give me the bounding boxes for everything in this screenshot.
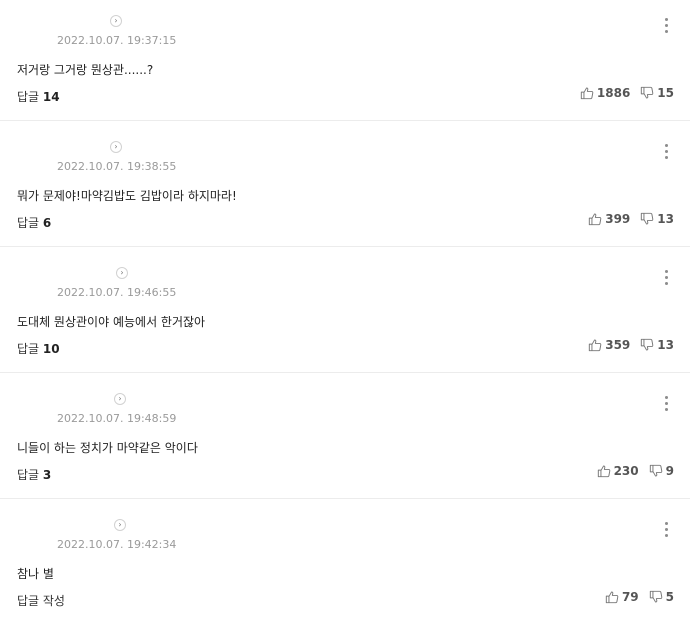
more-vertical-icon[interactable]: [660, 396, 672, 414]
comment-timestamp: 2022.10.07. 19:37:15: [57, 34, 177, 47]
thumbs-up-icon: [589, 339, 602, 352]
thumbs-up-icon: [580, 87, 594, 100]
like-button[interactable]: 1886: [580, 86, 630, 100]
comment-item: › 2022.10.07. 19:42:34 참나 별 답글 작성 79 5: [0, 504, 690, 627]
chevron-right-icon[interactable]: ›: [114, 519, 126, 531]
reply-label: 답글: [17, 90, 40, 104]
dislike-button[interactable]: 9: [649, 464, 674, 478]
thumbs-down-icon: [641, 338, 654, 351]
thumbs-down-icon: [641, 212, 654, 225]
more-vertical-icon[interactable]: [660, 270, 672, 288]
comment-item: › 2022.10.07. 19:38:55 뭐가 문제야!마약김밥도 김밥이라…: [0, 126, 690, 247]
like-count: 399: [605, 212, 631, 226]
dislike-button[interactable]: 13: [640, 212, 674, 226]
thumbs-up-icon: [589, 213, 602, 226]
vote-group: 79 5: [605, 590, 674, 604]
comment-text: 참나 별: [17, 567, 54, 581]
like-count: 1886: [596, 86, 631, 100]
reply-label: 답글 작성: [17, 594, 65, 608]
thumbs-up-icon: [597, 465, 610, 478]
comment-text: 니들이 하는 정치가 마약같은 악이다: [17, 441, 198, 455]
like-count: 79: [621, 590, 639, 604]
chevron-right-icon[interactable]: ›: [110, 15, 122, 27]
comment-timestamp: 2022.10.07. 19:48:59: [57, 412, 177, 425]
comment-item: › 2022.10.07. 19:48:59 니들이 하는 정치가 마약같은 악…: [0, 378, 690, 499]
thumbs-down-icon: [641, 86, 654, 99]
reply-button[interactable]: 답글 10: [17, 340, 60, 357]
more-vertical-icon[interactable]: [660, 522, 672, 540]
reply-label: 답글: [17, 342, 40, 356]
like-count: 230: [613, 464, 639, 478]
dislike-count: 9: [665, 464, 674, 478]
comment-item: › 2022.10.07. 19:46:55 도대체 뭔상관이야 예능에서 한거…: [0, 252, 690, 373]
dislike-button[interactable]: 13: [640, 338, 674, 352]
dislike-button[interactable]: 5: [649, 590, 674, 604]
comment-list: › 2022.10.07. 19:37:15 저거랑 그거랑 뭔상관......…: [0, 0, 699, 627]
like-count: 359: [605, 338, 631, 352]
reply-button[interactable]: 답글 3: [17, 466, 51, 483]
dislike-count: 13: [657, 212, 674, 226]
dislike-count: 5: [665, 590, 674, 604]
thumbs-down-icon: [649, 464, 662, 477]
comment-text: 뭐가 문제야!마약김밥도 김밥이라 하지마라!: [17, 189, 237, 203]
like-button[interactable]: 230: [597, 464, 639, 478]
chevron-right-icon[interactable]: ›: [114, 393, 126, 405]
comment-timestamp: 2022.10.07. 19:38:55: [57, 160, 177, 173]
like-button[interactable]: 399: [588, 212, 630, 226]
reply-label: 답글: [17, 468, 40, 482]
reply-button[interactable]: 답글 작성: [17, 592, 65, 609]
dislike-count: 13: [657, 338, 674, 352]
comment-timestamp: 2022.10.07. 19:42:34: [57, 538, 177, 551]
vote-group: 359 13: [588, 338, 674, 352]
vote-group: 1886 15: [580, 86, 674, 100]
thumbs-up-icon: [605, 591, 619, 604]
chevron-right-icon[interactable]: ›: [110, 141, 122, 153]
reply-count: 10: [42, 342, 60, 356]
more-vertical-icon[interactable]: [660, 18, 672, 36]
reply-label: 답글: [17, 216, 40, 230]
thumbs-down-icon: [649, 590, 662, 603]
reply-count: 14: [42, 90, 60, 104]
like-button[interactable]: 359: [588, 338, 630, 352]
dislike-count: 15: [657, 86, 674, 100]
vote-group: 230 9: [597, 464, 674, 478]
chevron-right-icon[interactable]: ›: [116, 267, 128, 279]
comment-item: › 2022.10.07. 19:37:15 저거랑 그거랑 뭔상관......…: [0, 0, 690, 121]
vote-group: 399 13: [588, 212, 674, 226]
reply-count: 3: [42, 468, 52, 482]
reply-count: 6: [42, 216, 52, 230]
comment-text: 저거랑 그거랑 뭔상관......?: [17, 63, 154, 77]
dislike-button[interactable]: 15: [640, 86, 674, 100]
more-vertical-icon[interactable]: [660, 144, 672, 162]
comment-timestamp: 2022.10.07. 19:46:55: [57, 286, 177, 299]
reply-button[interactable]: 답글 14: [17, 88, 60, 105]
comment-text: 도대체 뭔상관이야 예능에서 한거잖아: [17, 315, 206, 329]
like-button[interactable]: 79: [605, 590, 639, 604]
reply-button[interactable]: 답글 6: [17, 214, 51, 231]
